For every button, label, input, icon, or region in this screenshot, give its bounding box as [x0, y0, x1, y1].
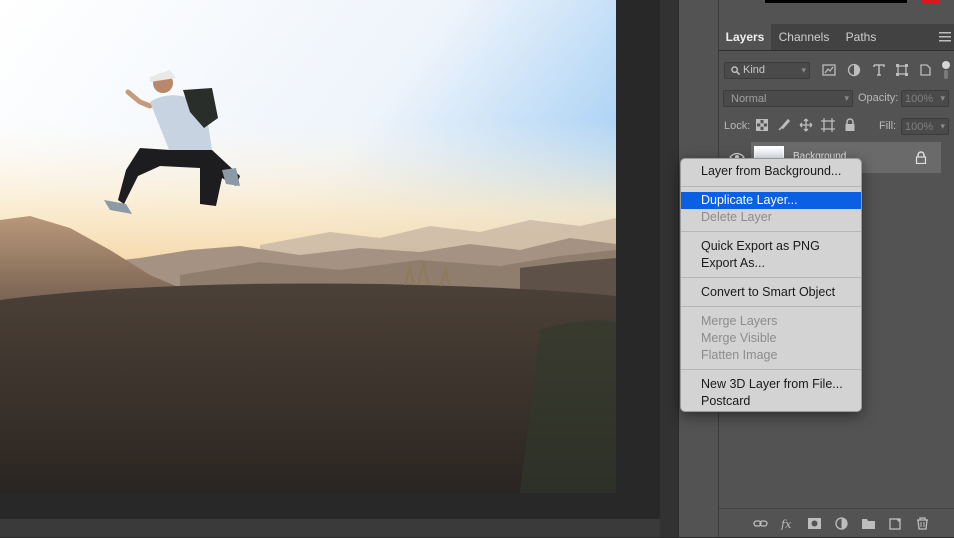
- filter-kind-select[interactable]: Kind ▾: [724, 62, 810, 79]
- pixel-filter-icon[interactable]: [822, 63, 836, 77]
- new-layer-icon[interactable]: [888, 517, 903, 530]
- document-canvas[interactable]: [0, 0, 660, 519]
- smart-object-filter-icon[interactable]: [918, 63, 932, 77]
- layer-context-menu: Layer from Background... Duplicate Layer…: [680, 158, 862, 412]
- svg-text:fx: fx: [780, 518, 792, 530]
- blend-mode-select[interactable]: Normal ▾: [723, 90, 853, 107]
- adjustment-icon[interactable]: [834, 517, 849, 530]
- fill-field[interactable]: 100% ▾: [901, 118, 949, 135]
- lock-icon: [915, 151, 927, 164]
- menu-item-new-3d-layer[interactable]: New 3D Layer from File...: [681, 376, 861, 393]
- menu-item-flatten-image[interactable]: Flatten Image: [681, 347, 861, 364]
- lock-all-icon[interactable]: [844, 118, 856, 132]
- menu-separator: [681, 186, 861, 187]
- fill-label: Fill:: [879, 120, 897, 132]
- blend-mode-value: Normal: [731, 93, 767, 105]
- background-color-swatch[interactable]: [922, 0, 940, 4]
- type-filter-icon[interactable]: [872, 63, 886, 77]
- tab-paths[interactable]: Paths: [837, 24, 885, 50]
- filter-toggle-icon[interactable]: [941, 60, 951, 80]
- horizontal-scrollbar[interactable]: [0, 519, 660, 537]
- mask-icon[interactable]: [807, 517, 822, 530]
- menu-item-delete-layer[interactable]: Delete Layer: [681, 209, 861, 226]
- menu-item-merge-layers[interactable]: Merge Layers: [681, 313, 861, 330]
- lock-image-pixels-icon[interactable]: [777, 118, 791, 132]
- menu-item-quick-export-png[interactable]: Quick Export as PNG: [681, 238, 861, 255]
- opacity-field[interactable]: 100% ▾: [901, 90, 949, 107]
- tab-channels[interactable]: Channels: [773, 24, 835, 50]
- adjustment-filter-icon[interactable]: [847, 63, 861, 77]
- panel-menu-icon[interactable]: [939, 32, 951, 42]
- chevron-down-icon: ▾: [940, 93, 945, 103]
- menu-item-merge-visible[interactable]: Merge Visible: [681, 330, 861, 347]
- chevron-down-icon: ▾: [801, 65, 806, 75]
- menu-separator: [681, 306, 861, 307]
- foreground-color-swatch[interactable]: [765, 0, 907, 3]
- opacity-label: Opacity:: [858, 92, 899, 104]
- menu-separator: [681, 369, 861, 370]
- layers-bottom-bar: fx: [719, 508, 954, 538]
- fx-icon[interactable]: fx: [780, 517, 795, 530]
- opacity-value: 100%: [905, 93, 934, 105]
- trash-icon[interactable]: [915, 517, 930, 530]
- lock-artboard-icon[interactable]: [821, 118, 835, 132]
- link-icon[interactable]: [753, 517, 768, 530]
- canvas-photo[interactable]: [0, 0, 616, 493]
- menu-separator: [681, 277, 861, 278]
- shape-filter-icon[interactable]: [895, 63, 909, 77]
- filter-kind-label: Kind: [743, 64, 766, 76]
- menu-item-convert-smart-object[interactable]: Convert to Smart Object: [681, 284, 861, 301]
- menu-item-postcard[interactable]: Postcard: [681, 393, 861, 410]
- menu-separator: [681, 231, 861, 232]
- fill-value: 100%: [905, 121, 934, 133]
- canvas-gutter: [660, 0, 678, 537]
- menu-item-duplicate-layer[interactable]: Duplicate Layer...: [681, 192, 861, 209]
- menu-item-layer-from-background[interactable]: Layer from Background...: [681, 163, 861, 180]
- lock-label: Lock:: [724, 120, 751, 132]
- menu-item-export-as[interactable]: Export As...: [681, 255, 861, 272]
- search-icon: [731, 66, 740, 75]
- lock-position-icon[interactable]: [799, 118, 813, 132]
- chevron-down-icon: ▾: [844, 93, 849, 103]
- folder-icon[interactable]: [861, 517, 876, 530]
- lock-transparent-pixels-icon[interactable]: [756, 119, 768, 131]
- chevron-down-icon: ▾: [940, 121, 945, 131]
- tab-layers[interactable]: Layers: [719, 24, 771, 50]
- panel-tab-bar: Layers Channels Paths: [719, 24, 954, 51]
